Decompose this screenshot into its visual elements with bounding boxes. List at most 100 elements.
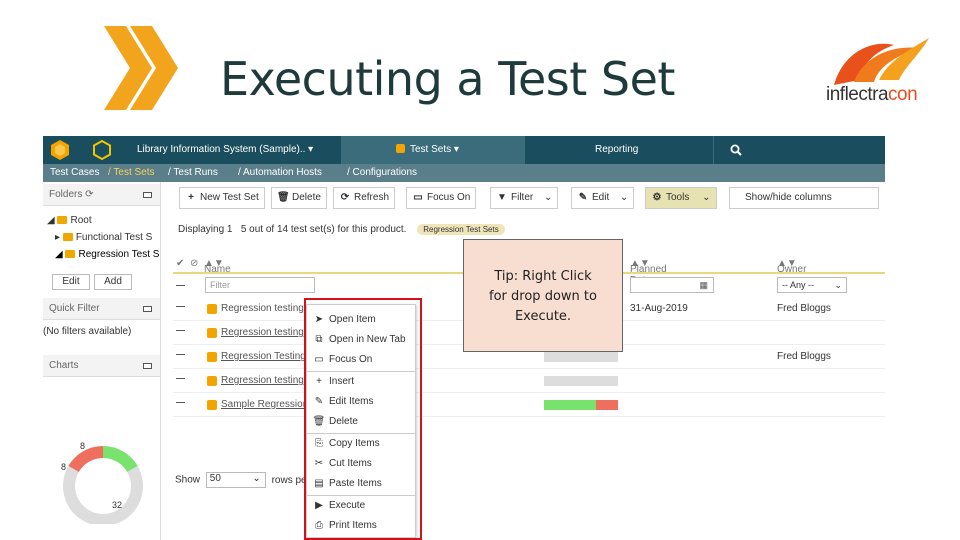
tree-regression[interactable]: ◢ Regression Test S — [55, 249, 159, 260]
show-label: Show — [175, 474, 201, 486]
donut-label-failed: 8 — [80, 441, 85, 451]
page-size-select[interactable]: 50 ⌄ — [205, 472, 266, 488]
row-checkbox[interactable] — [176, 354, 185, 355]
edit-button[interactable]: ✎ Edit ⌄ — [571, 187, 635, 209]
pagination-footer: Show 50 ⌄ rows pe — [175, 472, 307, 488]
rows-per-label: rows pe — [271, 474, 307, 486]
plus-icon: + — [188, 192, 194, 203]
row-owner: Fred Bloggs — [777, 351, 831, 362]
quick-filter-title: Quick Filter — [49, 303, 100, 314]
spira-logo-icon[interactable] — [49, 136, 73, 164]
pencil-icon: ✎ — [578, 192, 588, 203]
progress-pass — [544, 400, 596, 410]
quick-filter-header: Quick Filter — [43, 298, 160, 320]
focus-on-label: Focus On — [427, 192, 471, 203]
refresh-icon[interactable]: ⟳ — [85, 189, 93, 200]
delete-label: Delete — [292, 192, 321, 203]
chevron-down-icon: ⌄ — [544, 192, 553, 203]
product-selector[interactable]: Library Information System (Sample).. ▾ — [137, 136, 313, 164]
test-set-icon — [207, 400, 217, 410]
refresh-label: Refresh — [354, 192, 390, 203]
nav-automation-hosts[interactable]: / Automation Hosts — [238, 167, 322, 178]
folder-edit-button[interactable]: Edit — [52, 274, 90, 290]
tree-functional[interactable]: ▸ Functional Test S — [55, 232, 152, 243]
row-checkbox[interactable] — [176, 330, 185, 331]
row-planned-date: 31-Aug-2019 — [630, 303, 688, 314]
tree-functional-label: Functional Test S — [75, 232, 153, 243]
planned-date-column-header[interactable]: Planned Date ▲▼ — [630, 258, 667, 286]
progress-bar — [544, 376, 618, 386]
tree-root[interactable]: ◢ Root — [47, 215, 92, 226]
nav-test-sets[interactable]: / Test Sets — [108, 167, 155, 178]
search-button[interactable] — [713, 136, 843, 164]
reporting-menu[interactable]: Reporting — [595, 136, 638, 164]
test-sets-menu[interactable]: Test Sets ▾ — [341, 136, 525, 164]
row-name[interactable]: Regression testing f — [221, 327, 307, 338]
chevron-down-icon: ⌄ — [702, 192, 711, 203]
collapse-icon[interactable] — [143, 192, 152, 198]
focus-on-button[interactable]: ▭ Focus On — [406, 187, 477, 209]
collapse-icon[interactable] — [143, 306, 152, 312]
new-test-set-button[interactable]: + New Test Set — [179, 187, 265, 209]
row-name[interactable]: Regression testing — [221, 303, 307, 314]
no-filters-text: (No filters available) — [43, 326, 132, 337]
filter-row-toggle[interactable] — [176, 285, 185, 286]
display-summary: Displaying 1 5 out of 14 test set(s) for… — [178, 224, 505, 235]
nav-configurations[interactable]: / Configurations — [347, 167, 417, 178]
name-filter-input[interactable]: Filter — [205, 277, 315, 293]
collapse-icon[interactable] — [143, 363, 152, 369]
row-checkbox[interactable] — [176, 306, 185, 307]
tree-regression-label: Regression Test S — [78, 249, 160, 260]
gear-icon: ⚙ — [652, 192, 662, 203]
charts-title: Charts — [49, 360, 79, 371]
filter-button[interactable]: ▼ Filter ⌄ — [490, 187, 559, 209]
chevron-arrows-icon — [104, 26, 178, 110]
row-checkbox[interactable] — [176, 402, 185, 403]
row-name[interactable]: Regression testing f — [221, 375, 307, 386]
progress-bar-mixed — [544, 400, 618, 410]
display-pre: Displaying 1 — [178, 224, 233, 235]
breadcrumb-nav: Test Cases / Test Sets / Test Runs / Aut… — [43, 164, 885, 182]
nav-test-cases[interactable]: Test Cases — [50, 167, 99, 178]
folders-panel-header: Folders ⟳ — [43, 184, 160, 206]
folder-icon — [65, 250, 76, 259]
folder-icon — [57, 216, 68, 225]
chevron-down-icon: ⌄ — [252, 473, 261, 484]
name-header-label: Name — [204, 264, 231, 275]
refresh-icon: ⟳ — [340, 192, 350, 203]
test-set-icon — [207, 376, 217, 386]
inflectracon-logo: inflectracon — [826, 84, 918, 106]
search-icon — [730, 144, 742, 156]
workspace-hex-icon[interactable] — [91, 136, 115, 164]
row-checkbox[interactable] — [176, 378, 185, 379]
delete-button[interactable]: 🗑 Delete — [271, 187, 327, 209]
tools-button[interactable]: ⚙ Tools ⌄ — [645, 187, 717, 209]
tip-line-3: Execute. — [514, 309, 572, 324]
test-set-icon — [207, 328, 217, 338]
name-column-header[interactable]: Name ▲▼ — [204, 258, 231, 275]
nav-test-runs[interactable]: / Test Runs — [168, 167, 218, 178]
date-filter-input[interactable]: ▦ — [630, 277, 714, 293]
donut-label-passed: 8 — [61, 462, 66, 472]
owner-filter-value: -- Any -- — [782, 280, 815, 290]
table-row[interactable]: Regression testing f — [173, 369, 885, 393]
select-all-checkbox[interactable]: ✔ — [176, 258, 184, 269]
test-sets-grid-area: + New Test Set 🗑 Delete ⟳ Refresh ▭ Focus On… — [173, 182, 885, 540]
owner-filter-select[interactable]: -- Any -- ⌄ — [777, 277, 847, 293]
owner-column-header[interactable]: Owner ▲▼ — [777, 258, 806, 275]
refresh-button[interactable]: ⟳ Refresh — [333, 187, 396, 209]
row-name[interactable]: Regression Testing f — [221, 351, 307, 362]
folder-badge: Regression Test Sets — [417, 224, 505, 235]
row-owner: Fred Bloggs — [777, 303, 831, 314]
tip-callout: Tip: Right Click for drop down to Execut… — [463, 239, 623, 352]
donut-slice — [103, 446, 138, 472]
show-hide-columns-dropdown[interactable]: Show/hide columns — [729, 187, 879, 209]
chevron-down-icon: ⌄ — [834, 280, 842, 290]
attachment-icon: ⊘ — [190, 258, 199, 269]
tip-line-2: for drop down to — [489, 289, 597, 304]
donut-slice — [68, 446, 103, 472]
folder-add-button[interactable]: Add — [94, 274, 132, 290]
slide-title: Executing a Test Set — [220, 52, 675, 106]
table-row[interactable]: Sample Regression — [173, 393, 885, 417]
row-name[interactable]: Sample Regression — [221, 399, 307, 410]
